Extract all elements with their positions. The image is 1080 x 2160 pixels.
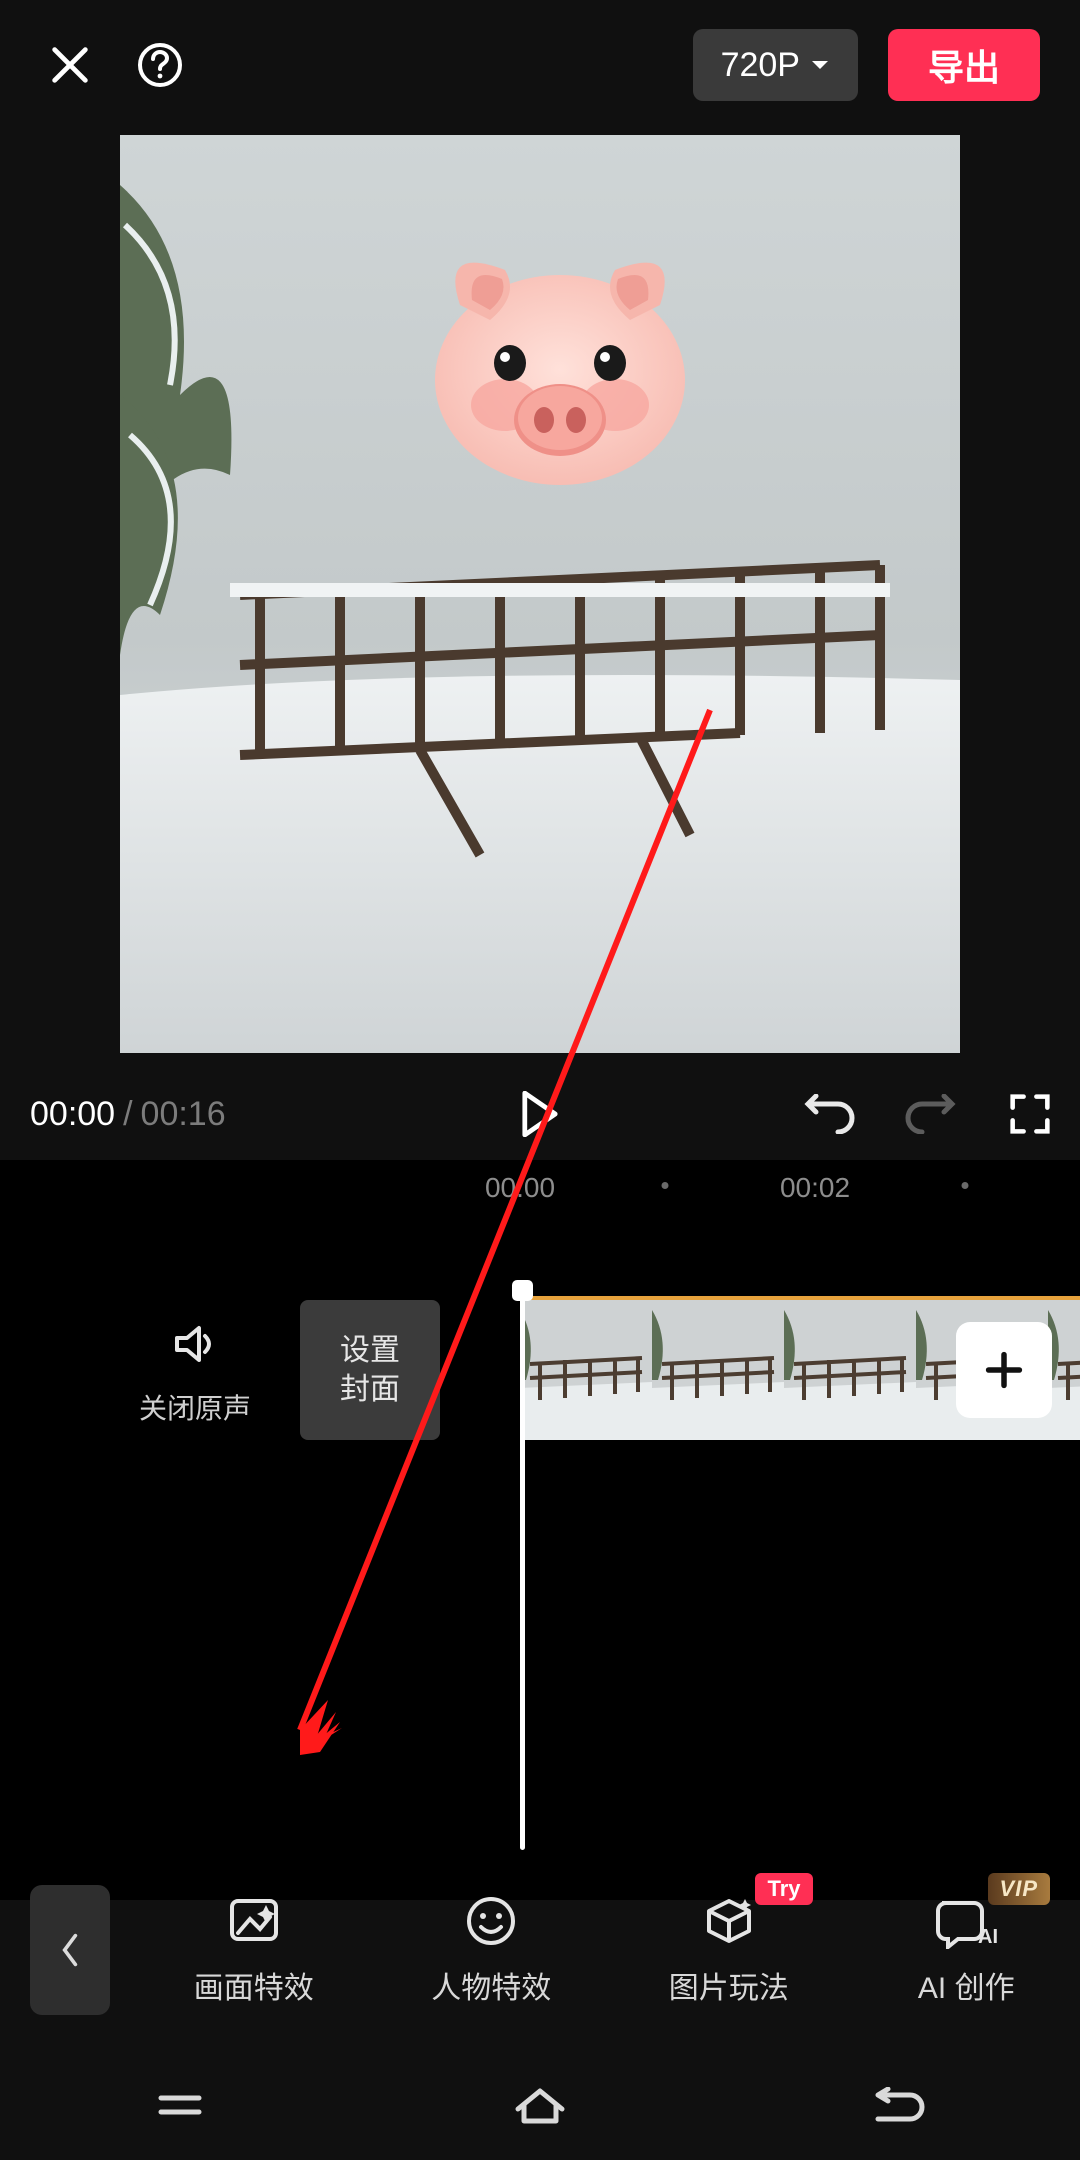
tool-image-play[interactable]: Try 图片玩法	[615, 1893, 843, 2007]
set-cover-button[interactable]: 设置 封面	[300, 1300, 440, 1440]
ruler-dot	[662, 1182, 669, 1189]
timeline[interactable]: 00:00 00:02 关闭原声 设置 封面	[0, 1160, 1080, 1900]
timeline-ruler: 00:00 00:02	[0, 1160, 1080, 1220]
tool-label: 画面特效	[194, 1963, 314, 2007]
tool-label: 人物特效	[431, 1963, 551, 2007]
smiley-icon	[463, 1893, 519, 1949]
clip-frame	[520, 1300, 652, 1440]
cover-label-line1: 设置	[340, 1331, 400, 1370]
nav-recent-button[interactable]	[135, 2075, 225, 2135]
cover-label-line2: 封面	[340, 1370, 400, 1409]
export-label: 导出	[928, 39, 1000, 91]
video-preview[interactable]	[120, 135, 960, 1053]
resolution-label: 720P	[721, 46, 800, 85]
add-clip-button[interactable]	[956, 1322, 1052, 1418]
mute-label: 关闭原声	[130, 1387, 260, 1427]
total-time: 00:16	[141, 1095, 226, 1134]
resolution-selector[interactable]: 720P	[693, 29, 858, 101]
tool-label: AI 创作	[918, 1963, 1015, 2007]
system-nav-bar	[0, 2050, 1080, 2160]
chevron-down-icon	[810, 59, 830, 71]
help-button[interactable]	[130, 35, 190, 95]
menu-lines-icon	[155, 2090, 205, 2120]
ruler-mark: 00:02	[780, 1172, 850, 1204]
ruler-dot	[962, 1182, 969, 1189]
nav-home-button[interactable]	[495, 2075, 585, 2135]
playhead[interactable]	[520, 1290, 525, 1850]
tool-screen-effects[interactable]: 画面特效	[140, 1893, 368, 2007]
home-icon	[512, 2085, 568, 2125]
time-separator: /	[123, 1095, 132, 1134]
nav-back-button[interactable]	[855, 2075, 945, 2135]
clip-frame	[652, 1300, 784, 1440]
clip-frame	[1048, 1300, 1080, 1440]
close-button[interactable]	[40, 35, 100, 95]
current-time: 00:00	[30, 1095, 115, 1134]
ruler-mark: 00:00	[485, 1172, 555, 1204]
pig-sticker	[435, 263, 685, 485]
image-sparkle-icon	[226, 1893, 282, 1949]
plus-icon	[982, 1348, 1026, 1392]
vip-badge: VIP	[988, 1873, 1050, 1905]
play-button[interactable]	[510, 1084, 570, 1144]
back-arrow-icon	[872, 2087, 928, 2123]
tool-label: 图片玩法	[669, 1963, 789, 2007]
toolbar-back-button[interactable]	[30, 1885, 110, 2015]
svg-text:AI: AI	[978, 1926, 998, 1948]
speaker-icon	[171, 1320, 219, 1368]
clip-frame	[784, 1300, 916, 1440]
time-display: 00:00 / 00:16	[30, 1095, 226, 1134]
try-badge: Try	[755, 1873, 812, 1905]
tool-person-effects[interactable]: 人物特效	[378, 1893, 606, 2007]
fullscreen-button[interactable]	[1000, 1084, 1060, 1144]
chevron-left-icon	[59, 1932, 81, 1968]
mute-original-sound[interactable]: 关闭原声	[130, 1320, 260, 1427]
redo-button[interactable]	[900, 1084, 960, 1144]
tool-ai-create[interactable]: VIP AI AI 创作	[853, 1893, 1080, 2007]
cube-sparkle-icon	[701, 1893, 757, 1949]
export-button[interactable]: 导出	[888, 29, 1040, 101]
undo-button[interactable]	[800, 1084, 860, 1144]
